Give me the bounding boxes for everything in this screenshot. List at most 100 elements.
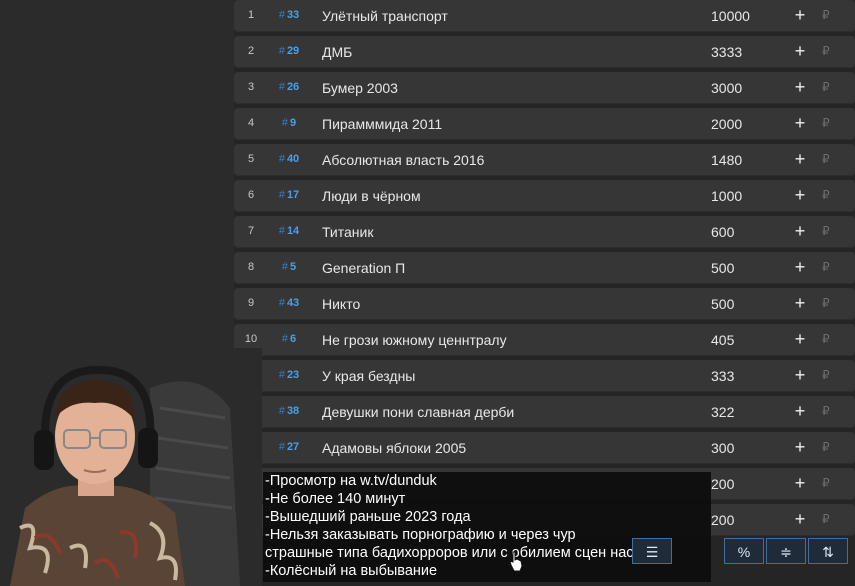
ruble-icon: ₽ <box>822 332 830 346</box>
list-row: 13#27Адамовы яблоки 2005300+₽ <box>234 432 855 464</box>
add-amount-button[interactable]: + <box>790 220 810 242</box>
row-tag[interactable]: #5 <box>274 261 304 273</box>
ruble-icon: ₽ <box>822 476 830 490</box>
row-tag[interactable]: #26 <box>274 81 304 93</box>
ruble-icon: ₽ <box>822 224 830 238</box>
row-tag-number: 9 <box>290 117 297 129</box>
row-title: Не грози южному ценнтралу <box>322 332 507 348</box>
rule-line: -Вышедший раньше 2023 года <box>265 509 471 525</box>
add-amount-button[interactable]: + <box>790 364 810 386</box>
row-tag[interactable]: #27 <box>274 441 304 453</box>
row-tag[interactable]: #9 <box>274 117 304 129</box>
row-number: 1 <box>247 9 255 21</box>
row-amount: 1480 <box>711 152 743 168</box>
hash-icon: # <box>278 81 285 93</box>
percent-button[interactable]: % <box>724 538 764 564</box>
ruble-icon: ₽ <box>822 368 830 382</box>
list-row: 9 #43 Никто 500 + ₽ <box>234 288 855 320</box>
row-tag-number: 29 <box>286 45 300 57</box>
add-amount-button[interactable]: + <box>790 4 810 26</box>
ruble-icon: ₽ <box>822 260 830 274</box>
add-amount-button[interactable]: + <box>790 292 810 314</box>
rule-line: -Не более 140 минут <box>265 491 406 507</box>
row-number: 9 <box>247 297 255 309</box>
list-row: 8 #5 Generation П 500 + ₽ <box>234 252 855 284</box>
hash-icon: # <box>278 369 285 381</box>
row-tag[interactable]: #14 <box>274 225 304 237</box>
list-row: 5 #40 Абсолютная власть 2016 1480 + ₽ <box>234 144 855 176</box>
row-number: 6 <box>247 189 255 201</box>
row-amount: 3000 <box>711 80 743 96</box>
row-title: Бумер 2003 <box>322 80 398 96</box>
ruble-icon: ₽ <box>822 188 830 202</box>
row-amount: 1000 <box>711 188 743 204</box>
sort-button[interactable]: ⇅ <box>808 538 848 564</box>
row-tag[interactable]: #23 <box>274 369 304 381</box>
add-amount-button[interactable]: + <box>790 148 810 170</box>
add-amount-button[interactable]: + <box>790 256 810 278</box>
rules-overlay: -Просмотр на w.tv/dunduk -Не более 140 м… <box>263 472 711 582</box>
row-tag[interactable]: #17 <box>274 189 304 201</box>
row-number: 2 <box>247 45 255 57</box>
list-row: 4 #9 Пирамммида 2011 2000 + ₽ <box>234 108 855 140</box>
bottom-toolbar: ☰ % ≑ ⇅ <box>632 538 848 564</box>
add-amount-button[interactable]: + <box>790 472 810 494</box>
rule-line: -Просмотр на w.tv/dunduk <box>265 473 437 489</box>
row-title: Улётный транспорт <box>322 8 448 24</box>
add-amount-button[interactable]: + <box>790 508 810 530</box>
list-row: 6 #17 Люди в чёрном 1000 + ₽ <box>234 180 855 212</box>
split-button[interactable]: ≑ <box>766 538 806 564</box>
rule-line: -Нельзя заказывать порнографию и через ч… <box>265 527 576 543</box>
add-amount-button[interactable]: + <box>790 328 810 350</box>
add-amount-button[interactable]: + <box>790 40 810 62</box>
row-amount: 333 <box>711 368 735 384</box>
row-tag[interactable]: #29 <box>274 45 304 57</box>
hash-icon: # <box>281 261 288 273</box>
row-number: 7 <box>247 225 255 237</box>
ruble-icon: ₽ <box>822 152 830 166</box>
row-title: Generation П <box>322 260 406 276</box>
add-amount-button[interactable]: + <box>790 112 810 134</box>
webcam-overlay <box>0 348 262 586</box>
row-title: Абсолютная власть 2016 <box>322 152 485 168</box>
row-tag-number: 23 <box>286 369 300 381</box>
hash-icon: # <box>278 441 285 453</box>
ruble-icon: ₽ <box>822 404 830 418</box>
row-tag[interactable]: #33 <box>274 9 304 21</box>
row-amount: 500 <box>711 260 735 276</box>
row-title: Титаник <box>322 224 374 240</box>
row-tag-number: 40 <box>286 153 300 165</box>
row-number: 10 <box>244 333 258 345</box>
list-row: 2 #29 ДМБ 3333 + ₽ <box>234 36 855 68</box>
row-amount: 2000 <box>711 116 743 132</box>
hash-icon: # <box>278 225 285 237</box>
add-amount-button[interactable]: + <box>790 76 810 98</box>
row-tag-number: 14 <box>286 225 300 237</box>
row-number: 4 <box>247 117 255 129</box>
hash-icon: # <box>281 333 288 345</box>
row-amount: 500 <box>711 296 735 312</box>
row-tag[interactable]: #6 <box>274 333 304 345</box>
hash-icon: # <box>281 117 288 129</box>
ruble-icon: ₽ <box>822 512 830 526</box>
row-tag-number: 43 <box>286 297 300 309</box>
add-amount-button[interactable]: + <box>790 400 810 422</box>
row-tag[interactable]: #43 <box>274 297 304 309</box>
hash-icon: # <box>278 405 285 417</box>
hash-icon: # <box>278 45 285 57</box>
list-row: 10 #6 Не грози южному ценнтралу 405 + ₽ <box>234 324 855 356</box>
hash-icon: # <box>278 153 285 165</box>
list-view-button[interactable]: ☰ <box>632 538 672 564</box>
row-tag[interactable]: #40 <box>274 153 304 165</box>
row-amount: 200 <box>711 476 735 492</box>
row-amount: 300 <box>711 440 735 456</box>
row-amount: 10000 <box>711 8 750 24</box>
row-amount: 600 <box>711 224 735 240</box>
add-amount-button[interactable]: + <box>790 184 810 206</box>
row-tag[interactable]: #38 <box>274 405 304 417</box>
add-amount-button[interactable]: + <box>790 436 810 458</box>
ruble-icon: ₽ <box>822 440 830 454</box>
row-number: 8 <box>247 261 255 273</box>
list-row: 11#23У края бездны333+₽ <box>234 360 855 392</box>
row-title: Люди в чёрном <box>322 188 421 204</box>
